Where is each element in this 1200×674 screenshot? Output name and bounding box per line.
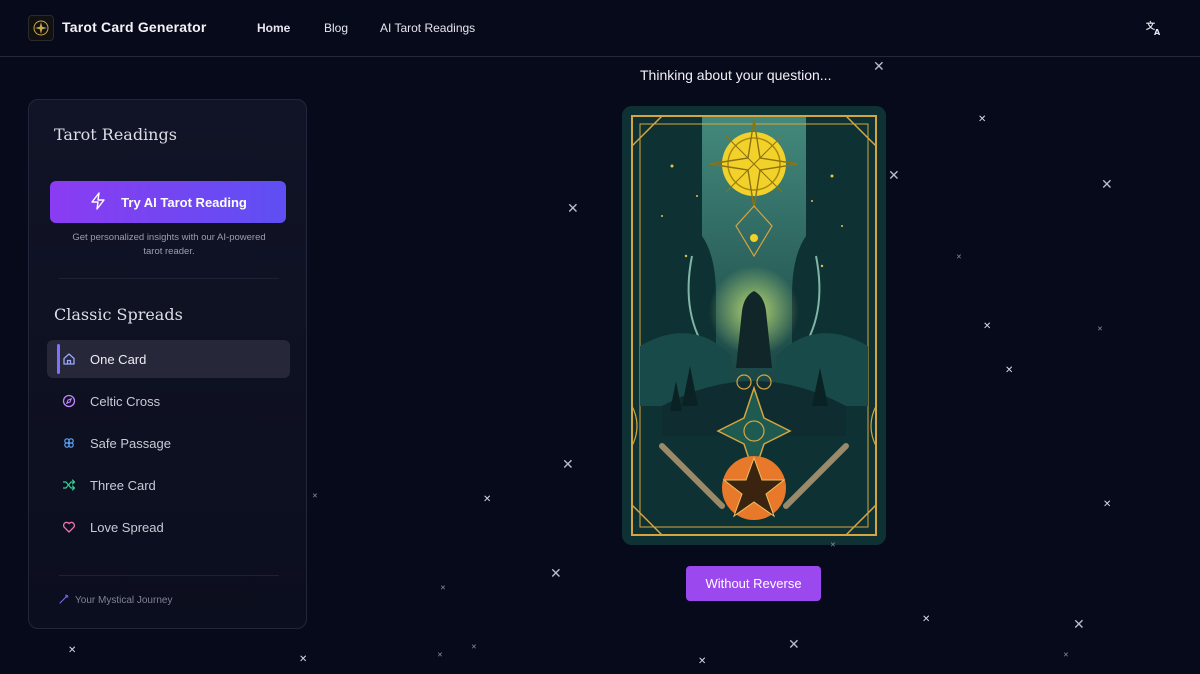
lightning-icon [89,191,107,213]
divider [59,575,279,576]
journey-text: Your Mystical Journey [75,595,173,606]
sparkle-icon: ✕ [299,654,308,665]
sparkle-icon: ✕ [483,494,492,505]
sparkle-icon: ✕ [888,168,900,184]
ai-button-label: Try AI Tarot Reading [121,194,247,210]
wand-icon [59,594,69,607]
sparkle-icon: ✕ [1005,365,1014,376]
nav-home[interactable]: Home [257,21,290,35]
sparkle-icon: ✕ [1097,325,1103,333]
active-indicator [57,344,60,374]
logo-icon[interactable] [28,15,54,41]
sparkle-icon: ✕ [873,59,885,75]
spread-label: Celtic Cross [90,393,161,409]
sparkle-icon: ✕ [562,457,574,473]
sparkle-icon: ✕ [440,584,446,592]
journey-footer: Your Mystical Journey [59,594,172,607]
spread-label: Safe Passage [90,435,171,451]
tarot-card-image [622,106,886,545]
spread-three-card[interactable]: Three Card [47,466,290,504]
spread-love-spread[interactable]: Love Spread [47,508,290,546]
sparkle-icon: ✕ [1073,617,1085,633]
spread-label: One Card [90,351,147,367]
nav-ai-tarot-readings[interactable]: AI Tarot Readings [380,21,475,35]
sparkle-icon: ✕ [788,637,800,653]
sparkle-icon: ✕ [68,645,77,656]
spread-safe-passage[interactable]: Safe Passage [47,424,290,462]
sparkle-icon: ✕ [471,643,477,651]
sparkle-icon: ✕ [956,253,962,261]
classic-spreads-heading: Classic Spreads [54,305,183,324]
heart-icon [61,519,77,535]
status-text: Thinking about your question... [640,67,832,83]
sparkle-icon: ✕ [978,114,987,125]
nav-blog[interactable]: Blog [324,21,348,35]
sparkle-icon: ✕ [437,651,443,659]
sparkle-icon: ✕ [1103,499,1112,510]
home-icon [61,351,77,367]
svg-text:A: A [1154,28,1161,36]
sparkle-icon: ✕ [830,541,836,549]
divider [59,278,279,279]
translate-icon[interactable]: 文 A [1145,20,1164,38]
spread-label: Three Card [90,477,156,493]
sparkle-icon: ✕ [1063,651,1069,659]
spread-label: Love Spread [90,519,164,535]
try-ai-tarot-reading-button[interactable]: Try AI Tarot Reading [50,181,286,223]
top-navigation-bar: Tarot Card Generator Home Blog AI Tarot … [0,0,1200,57]
sparkle-icon: ✕ [550,566,562,582]
ai-description: Get personalized insights with our AI-po… [72,232,266,257]
clover-icon [61,435,77,451]
sparkle-icon: ✕ [922,614,931,625]
tarot-readings-heading: Tarot Readings [54,125,177,144]
sparkle-icon: ✕ [567,201,579,217]
spread-celtic-cross[interactable]: Celtic Cross [47,382,290,420]
without-reverse-button[interactable]: Without Reverse [686,566,821,601]
brand-name[interactable]: Tarot Card Generator [62,19,207,35]
spread-one-card[interactable]: One Card [47,340,290,378]
compass-icon [61,393,77,409]
shuffle-icon [61,477,77,493]
sparkle-icon: ✕ [983,321,992,332]
sidebar: Tarot Readings Try AI Tarot Reading Get … [28,99,307,629]
sparkle-icon: ✕ [698,656,707,667]
sparkle-icon: ✕ [1101,177,1113,193]
sparkle-icon: ✕ [312,492,318,500]
